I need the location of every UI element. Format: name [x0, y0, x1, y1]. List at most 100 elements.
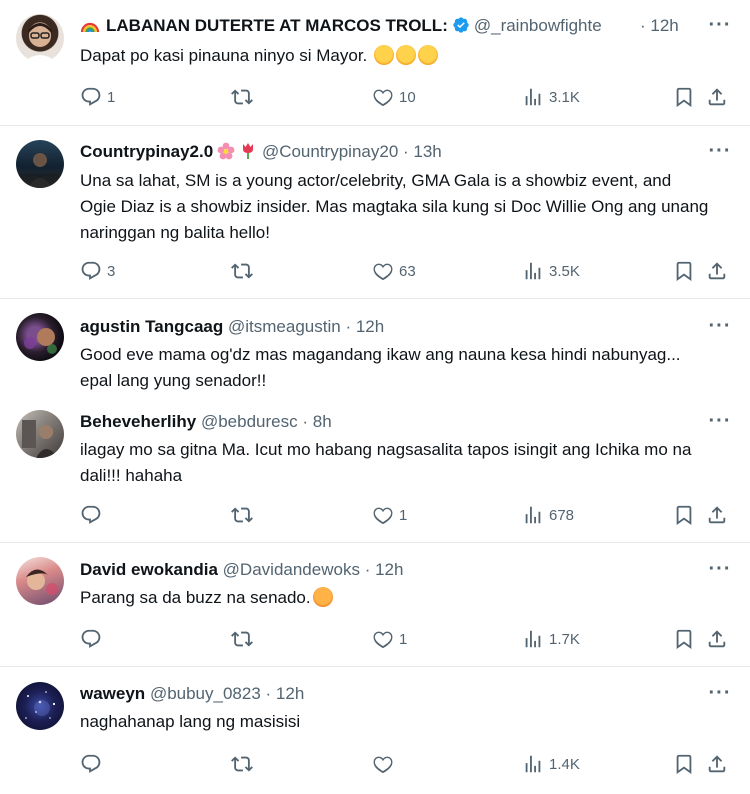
share-button[interactable] — [706, 751, 728, 777]
reply-icon — [80, 86, 102, 108]
timestamp[interactable]: · 8h — [302, 412, 331, 431]
share-button[interactable] — [706, 626, 728, 652]
reply-button[interactable]: 3 — [80, 258, 115, 284]
author-name[interactable]: waweyn — [80, 684, 145, 703]
share-icon — [706, 628, 728, 650]
bookmark-icon — [673, 753, 695, 775]
views-icon — [522, 260, 544, 282]
avatar[interactable] — [16, 557, 64, 605]
repost-icon — [231, 260, 253, 282]
repost-button[interactable] — [231, 751, 258, 777]
view-count: 678 — [549, 506, 575, 524]
share-icon — [706, 86, 728, 108]
bookmark-button[interactable] — [673, 258, 695, 284]
tweet-card[interactable]: LABANAN DUTERTE AT MARCOS TROLL: @_rainbo… — [0, 0, 750, 125]
timestamp[interactable]: · 12h — [365, 560, 404, 579]
bookmark-button[interactable] — [673, 751, 695, 777]
views-button[interactable]: 678 — [522, 502, 574, 528]
bookmark-button[interactable] — [673, 84, 695, 110]
views-icon — [522, 86, 544, 108]
share-button[interactable] — [706, 258, 728, 284]
more-icon[interactable]: ··· — [708, 411, 732, 438]
more-icon[interactable]: ··· — [708, 15, 732, 42]
tweet-header: David ewokandia @Davidandewoks · 12h — [80, 558, 680, 582]
tweet-header: Countrypinay2.0 @Countrypinay20 · 13h — [80, 140, 680, 164]
bookmark-button[interactable] — [673, 626, 695, 652]
flushed-face-emoji — [374, 45, 395, 65]
like-count: 1 — [399, 630, 408, 648]
heart-icon — [372, 86, 394, 108]
blossom-icon — [217, 142, 235, 160]
timestamp[interactable]: · 12h — [345, 317, 384, 336]
heart-icon — [372, 753, 394, 775]
repost-icon — [231, 753, 253, 775]
avatar[interactable] — [16, 682, 64, 730]
author-handle[interactable]: @itsmeagustin — [228, 317, 341, 336]
timestamp[interactable]: · 12h — [266, 684, 305, 703]
share-button[interactable] — [706, 84, 728, 110]
views-button[interactable]: 1.7K — [522, 626, 580, 652]
heart-icon — [372, 260, 394, 282]
tweet-text: Dapat po kasi pinauna ninyo si Mayor. — [80, 43, 710, 69]
like-button[interactable]: 63 — [372, 258, 416, 284]
like-button[interactable]: 1 — [372, 626, 407, 652]
timestamp[interactable]: · 13h — [403, 142, 442, 161]
tweet-header: waweyn @bubuy_0823 · 12h — [80, 682, 680, 706]
avatar[interactable] — [16, 14, 64, 62]
flushed-face-emoji — [396, 45, 417, 65]
author-handle[interactable]: @bebduresc — [201, 412, 298, 431]
timestamp[interactable]: · 12h — [640, 14, 679, 38]
author-name[interactable]: Countrypinay2.0 — [80, 142, 213, 161]
avatar[interactable] — [16, 313, 64, 361]
reply-button[interactable] — [80, 751, 107, 777]
repost-button[interactable] — [231, 626, 258, 652]
tweet-card[interactable]: waweyn @bubuy_0823 · 12h ··· naghahanap … — [0, 667, 750, 794]
action-bar: 1 678 — [80, 502, 730, 528]
repost-button[interactable] — [231, 258, 258, 284]
view-count: 3.5K — [549, 262, 580, 280]
reply-button[interactable]: 1 — [80, 84, 115, 110]
tweet-card[interactable]: Countrypinay2.0 @Countrypinay20 · 13h ··… — [0, 126, 750, 297]
action-bar: 1 10 3.1K — [80, 84, 730, 110]
bookmark-button[interactable] — [673, 502, 695, 528]
author-handle[interactable]: @Countrypinay20 — [262, 142, 398, 161]
tweet-text: Parang sa da buzz na senado. — [80, 585, 710, 611]
repost-button[interactable] — [231, 84, 258, 110]
more-icon[interactable]: ··· — [708, 559, 732, 586]
avatar[interactable] — [16, 410, 64, 458]
author-handle[interactable]: @Davidandewoks — [223, 560, 360, 579]
action-bar: 3 63 3.5K — [80, 258, 730, 284]
more-icon[interactable]: ··· — [708, 683, 732, 710]
like-button[interactable]: 1 — [372, 502, 407, 528]
views-button[interactable]: 3.1K — [522, 84, 580, 110]
tweet-card[interactable]: David ewokandia @Davidandewoks · 12h ···… — [0, 543, 750, 665]
tweet-header: LABANAN DUTERTE AT MARCOS TROLL: @_rainbo… — [80, 14, 680, 38]
more-icon[interactable]: ··· — [708, 316, 732, 343]
tweet-header: Beheveherlihy @bebduresc · 8h — [80, 410, 680, 434]
heart-icon — [372, 504, 394, 526]
repost-button[interactable] — [231, 502, 258, 528]
tulip-icon — [243, 143, 254, 159]
share-button[interactable] — [706, 502, 728, 528]
avatar[interactable] — [16, 140, 64, 188]
reply-icon — [80, 628, 102, 650]
more-icon[interactable]: ··· — [708, 141, 732, 168]
author-handle[interactable]: @_rainbowfighte — [474, 16, 602, 35]
views-button[interactable]: 3.5K — [522, 258, 580, 284]
reply-button[interactable] — [80, 626, 107, 652]
views-button[interactable]: 1.4K — [522, 751, 580, 777]
tweet-text: Good eve mama og'dz mas magandang ikaw a… — [80, 345, 681, 390]
share-icon — [706, 504, 728, 526]
author-handle[interactable]: @bubuy_0823 — [150, 684, 261, 703]
tweet-card[interactable]: agustin Tangcaag @itsmeagustin · 12h ···… — [0, 299, 750, 395]
reply-button[interactable] — [80, 502, 107, 528]
like-button[interactable] — [372, 751, 399, 777]
like-button[interactable]: 10 — [372, 84, 416, 110]
author-name[interactable]: David ewokandia — [80, 560, 218, 579]
share-icon — [706, 260, 728, 282]
tweet-card[interactable]: Beheveherlihy @bebduresc · 8h ··· ilagay… — [0, 396, 750, 541]
author-name[interactable]: LABANAN DUTERTE AT MARCOS TROLL: — [106, 16, 448, 35]
author-name[interactable]: Beheveherlihy — [80, 412, 196, 431]
author-name[interactable]: agustin Tangcaag — [80, 317, 223, 336]
bookmark-icon — [673, 260, 695, 282]
